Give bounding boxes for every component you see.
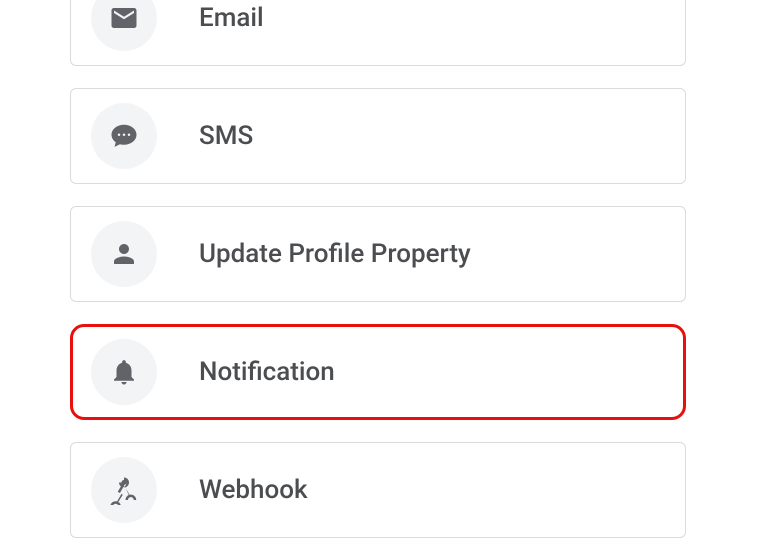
bell-icon: [91, 339, 157, 405]
option-webhook[interactable]: Webhook: [70, 442, 686, 538]
option-label: Email: [199, 3, 264, 33]
option-email[interactable]: Email: [70, 0, 686, 66]
option-notification[interactable]: Notification: [70, 324, 686, 420]
webhook-icon: [91, 457, 157, 523]
sms-icon: [91, 103, 157, 169]
option-label: Notification: [199, 357, 335, 387]
email-icon: [91, 0, 157, 51]
action-type-list: Email SMS Update Profile Property Notifi…: [0, 0, 763, 538]
user-icon: [91, 221, 157, 287]
option-update-profile[interactable]: Update Profile Property: [70, 206, 686, 302]
option-label: Webhook: [199, 475, 308, 505]
option-sms[interactable]: SMS: [70, 88, 686, 184]
option-label: Update Profile Property: [199, 239, 471, 269]
option-label: SMS: [199, 121, 253, 151]
